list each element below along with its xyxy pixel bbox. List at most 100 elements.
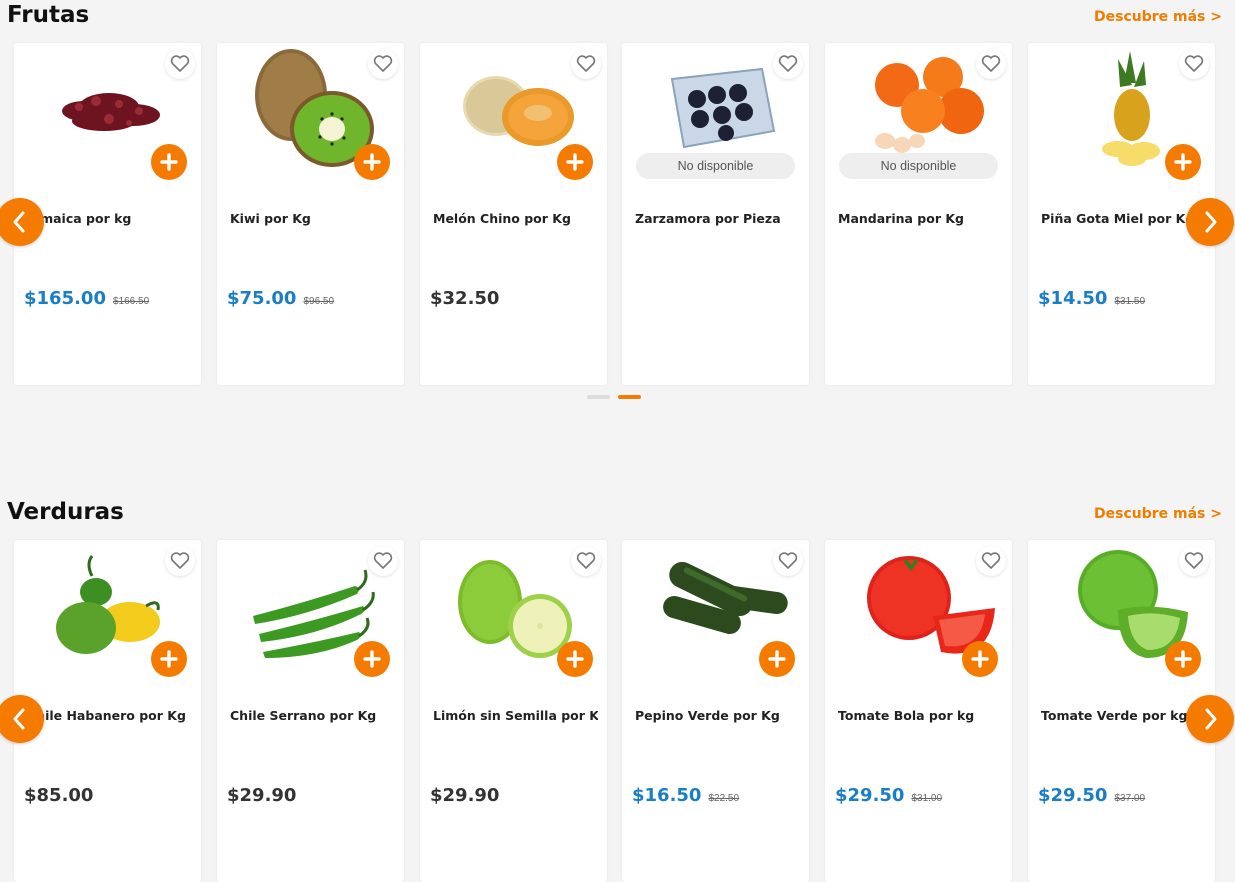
price-row: $29.50 $37.00	[1038, 785, 1145, 806]
product-price: $75.00	[227, 288, 297, 309]
add-to-cart-button[interactable]	[354, 144, 390, 180]
favorite-button[interactable]	[571, 49, 601, 79]
product-name[interactable]: Chile Serrano por Kg	[230, 708, 395, 723]
add-to-cart-button[interactable]	[962, 641, 998, 677]
product-card[interactable]: No disponible Mandarina por Kg	[825, 43, 1012, 385]
plus-icon	[363, 153, 381, 171]
plus-icon	[971, 650, 989, 668]
favorite-button[interactable]	[1179, 49, 1209, 79]
favorite-button[interactable]	[165, 546, 195, 576]
price-row: $32.50	[430, 288, 499, 309]
product-price: $16.50	[632, 785, 702, 806]
price-row: $14.50 $31.50	[1038, 288, 1145, 309]
price-row: $29.50 $31.00	[835, 785, 942, 806]
pagination-dot-active[interactable]	[618, 395, 641, 399]
chevron-right-icon	[1205, 708, 1217, 730]
section-title: Frutas	[7, 2, 90, 28]
product-name[interactable]: Jamaica por kg	[27, 211, 192, 226]
section-verduras: Verduras Descubre más > Chile Habanero p…	[0, 497, 1235, 882]
heart-icon	[1184, 55, 1204, 72]
add-to-cart-button[interactable]	[759, 641, 795, 677]
favorite-button[interactable]	[1179, 546, 1209, 576]
favorite-button[interactable]	[976, 546, 1006, 576]
product-name[interactable]: Chile Habanero por Kg	[27, 708, 192, 723]
favorite-button[interactable]	[773, 546, 803, 576]
product-name[interactable]: Melón Chino por Kg	[433, 211, 598, 226]
carousel-next-button[interactable]	[1186, 198, 1234, 246]
price-row: $165.00 $166.50	[24, 288, 149, 309]
product-card[interactable]: Melón Chino por Kg $32.50	[420, 43, 607, 385]
product-card[interactable]: No disponible Zarzamora por Pieza	[622, 43, 809, 385]
product-price: $29.50	[1038, 785, 1108, 806]
original-price: $37.00	[1114, 793, 1146, 804]
section-title: Verduras	[7, 499, 124, 525]
plus-icon	[160, 650, 178, 668]
product-name[interactable]: Piña Gota Miel por Kg	[1041, 211, 1206, 226]
product-card[interactable]: Pepino Verde por Kg $16.50 $22.50	[622, 540, 809, 882]
product-name[interactable]: Zarzamora por Pieza	[635, 211, 800, 226]
price-row: $29.90	[430, 785, 499, 806]
add-to-cart-button[interactable]	[557, 144, 593, 180]
add-to-cart-button[interactable]	[1165, 144, 1201, 180]
heart-icon	[981, 55, 1001, 72]
product-card[interactable]: Tomate Bola por kg $29.50 $31.00	[825, 540, 1012, 882]
heart-icon	[170, 552, 190, 569]
carousel-pagination	[587, 395, 641, 399]
price-row: $85.00	[24, 785, 93, 806]
carousel-next-button[interactable]	[1186, 695, 1234, 743]
add-to-cart-button[interactable]	[354, 641, 390, 677]
price-row: $75.00 $96.50	[227, 288, 334, 309]
product-name[interactable]: Pepino Verde por Kg	[635, 708, 800, 723]
discover-more-link[interactable]: Descubre más >	[1094, 9, 1222, 25]
heart-icon	[576, 552, 596, 569]
chevron-right-icon	[1205, 211, 1217, 233]
plus-icon	[566, 153, 584, 171]
add-to-cart-button[interactable]	[151, 641, 187, 677]
pagination-dot[interactable]	[587, 395, 610, 399]
product-price: $29.50	[835, 785, 905, 806]
product-card[interactable]: Limón sin Semilla por Kg $29.90	[420, 540, 607, 882]
product-price: $85.00	[24, 785, 94, 806]
plus-icon	[566, 650, 584, 668]
unavailable-badge: No disponible	[636, 153, 795, 179]
plus-icon	[160, 153, 178, 171]
product-price: $165.00	[24, 288, 106, 309]
heart-icon	[778, 552, 798, 569]
heart-icon	[373, 55, 393, 72]
favorite-button[interactable]	[571, 546, 601, 576]
heart-icon	[778, 55, 798, 72]
original-price: $31.00	[911, 793, 943, 804]
product-name[interactable]: Tomate Verde por kg	[1041, 708, 1206, 723]
heart-icon	[1184, 552, 1204, 569]
favorite-button[interactable]	[368, 49, 398, 79]
discover-more-link[interactable]: Descubre más >	[1094, 506, 1222, 522]
add-to-cart-button[interactable]	[1165, 641, 1201, 677]
plus-icon	[1174, 153, 1192, 171]
section-frutas: Frutas Descubre más > Jamaica por kg $165…	[0, 0, 1235, 420]
favorite-button[interactable]	[976, 49, 1006, 79]
add-to-cart-button[interactable]	[151, 144, 187, 180]
product-name[interactable]: Kiwi por Kg	[230, 211, 395, 226]
product-price: $14.50	[1038, 288, 1108, 309]
original-price: $96.50	[303, 296, 335, 307]
product-card[interactable]: Kiwi por Kg $75.00 $96.50	[217, 43, 404, 385]
original-price: $22.50	[708, 793, 740, 804]
plus-icon	[768, 650, 786, 668]
favorite-button[interactable]	[773, 49, 803, 79]
unavailable-badge: No disponible	[839, 153, 998, 179]
product-name[interactable]: Mandarina por Kg	[838, 211, 1003, 226]
chevron-left-icon	[13, 708, 25, 730]
original-price: $31.50	[1114, 296, 1146, 307]
product-name[interactable]: Limón sin Semilla por Kg	[433, 708, 598, 723]
product-price: $32.50	[430, 288, 500, 309]
heart-icon	[170, 55, 190, 72]
add-to-cart-button[interactable]	[557, 641, 593, 677]
favorite-button[interactable]	[165, 49, 195, 79]
price-row: $16.50 $22.50	[632, 785, 739, 806]
product-price: $29.90	[430, 785, 500, 806]
product-card[interactable]: Chile Serrano por Kg $29.90	[217, 540, 404, 882]
plus-icon	[363, 650, 381, 668]
favorite-button[interactable]	[368, 546, 398, 576]
product-name[interactable]: Tomate Bola por kg	[838, 708, 1003, 723]
heart-icon	[981, 552, 1001, 569]
